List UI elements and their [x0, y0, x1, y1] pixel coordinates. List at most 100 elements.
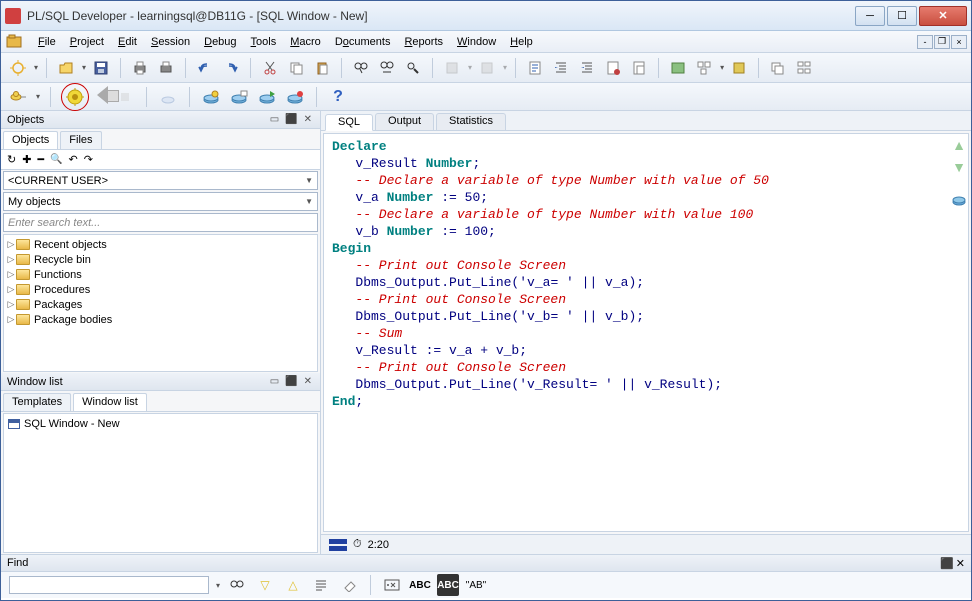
recent-dropdown[interactable]: ▾ — [503, 63, 507, 72]
open-button[interactable] — [55, 57, 77, 79]
new-button[interactable] — [7, 57, 29, 79]
paste-button[interactable] — [311, 57, 333, 79]
beautify-button[interactable] — [524, 57, 546, 79]
binoculars-icon[interactable] — [226, 574, 248, 596]
comment-button[interactable] — [602, 57, 624, 79]
panel-pin-icon[interactable]: ⬛ — [283, 114, 299, 125]
print-setup-button[interactable] — [155, 57, 177, 79]
tab-statistics[interactable]: Statistics — [436, 113, 506, 130]
erase-icon[interactable] — [338, 574, 360, 596]
recent-button[interactable] — [476, 57, 498, 79]
menu-macro[interactable]: Macro — [283, 34, 328, 50]
panel-pin-icon[interactable]: ⬛ — [940, 557, 954, 570]
mdi-close[interactable]: × — [951, 35, 967, 49]
find-up-icon[interactable]: △ — [282, 574, 304, 596]
tab-templates[interactable]: Templates — [3, 393, 71, 411]
find-icon[interactable]: 🔍 — [50, 154, 62, 165]
menu-reports[interactable]: Reports — [397, 34, 450, 50]
nav-down-icon[interactable]: ▼ — [951, 159, 967, 175]
close-button[interactable]: ✕ — [919, 6, 967, 26]
panel-pin-icon[interactable]: ⬛ — [283, 376, 299, 387]
query-builder-button[interactable] — [693, 57, 715, 79]
tab-windowlist[interactable]: Window list — [73, 393, 147, 411]
commit2-button[interactable] — [256, 86, 278, 108]
menu-documents[interactable]: Documents — [328, 34, 398, 50]
break-button[interactable] — [114, 86, 136, 108]
commit-button[interactable] — [157, 86, 179, 108]
new-dropdown[interactable]: ▾ — [34, 63, 38, 72]
lock-icon[interactable] — [951, 191, 967, 207]
menu-help[interactable]: Help — [503, 34, 540, 50]
login-button[interactable] — [7, 86, 29, 108]
tab-files[interactable]: Files — [60, 131, 101, 149]
mdi-restore[interactable]: ❐ — [934, 35, 950, 49]
menu-debug[interactable]: Debug — [197, 34, 243, 50]
find-dropdown[interactable]: ▾ — [216, 581, 220, 590]
nav-up-icon[interactable]: ▲ — [951, 137, 967, 153]
literal-icon[interactable]: "AB" — [465, 574, 487, 596]
maximize-button[interactable]: ☐ — [887, 6, 917, 26]
mdi-minimize[interactable]: - — [917, 35, 933, 49]
uncomment-button[interactable] — [628, 57, 650, 79]
print-button[interactable] — [129, 57, 151, 79]
rollback2-button[interactable] — [284, 86, 306, 108]
remove-icon[interactable]: ━ — [37, 153, 44, 166]
query-dropdown[interactable]: ▾ — [720, 63, 724, 72]
panel-close-icon[interactable]: ✕ — [956, 557, 965, 570]
windows-button[interactable] — [767, 57, 789, 79]
case-icon[interactable]: ABC — [409, 574, 431, 596]
tab-objects[interactable]: Objects — [3, 131, 58, 149]
whole-word-icon[interactable]: ABC — [437, 574, 459, 596]
menu-edit[interactable]: Edit — [111, 34, 144, 50]
menu-window[interactable]: Window — [450, 34, 503, 50]
tab-sql[interactable]: SQL — [325, 114, 373, 131]
panel-close-icon[interactable]: ✕ — [302, 376, 314, 387]
cut-button[interactable] — [259, 57, 281, 79]
object-tree[interactable]: ▷Recent objects ▷Recycle bin ▷Functions … — [3, 234, 318, 372]
schema-button[interactable] — [793, 57, 815, 79]
unindent-button[interactable] — [576, 57, 598, 79]
back-icon[interactable]: ↶ — [69, 153, 78, 166]
open-dropdown[interactable]: ▾ — [82, 63, 86, 72]
favorites-button[interactable] — [441, 57, 463, 79]
menu-session[interactable]: Session — [144, 34, 197, 50]
window-title: PL/SQL Developer - learningsql@DB11G - [… — [27, 9, 855, 23]
search-input[interactable]: Enter search text... — [3, 213, 318, 232]
copy-button[interactable] — [285, 57, 307, 79]
findnext-button[interactable] — [402, 57, 424, 79]
minimize-button[interactable]: ─ — [855, 6, 885, 26]
save-button[interactable] — [90, 57, 112, 79]
panel-dock-icon[interactable]: ▭ — [268, 114, 281, 125]
help-button[interactable]: ? — [327, 86, 349, 108]
menu-file[interactable]: File — [31, 34, 63, 50]
refresh-icon[interactable]: ↻ — [7, 153, 16, 166]
tree-item: ▷Recent objects — [6, 237, 315, 252]
login-dropdown[interactable]: ▾ — [36, 92, 40, 101]
menu-tools[interactable]: Tools — [244, 34, 284, 50]
add-icon[interactable]: ✚ — [22, 153, 31, 166]
panel-close-icon[interactable]: ✕ — [302, 114, 314, 125]
menu-project[interactable]: Project — [63, 34, 111, 50]
indent-button[interactable] — [550, 57, 572, 79]
window-list-item[interactable]: SQL Window - New — [7, 417, 314, 431]
regex-icon[interactable] — [381, 574, 403, 596]
highlight-all-icon[interactable] — [310, 574, 332, 596]
find-button[interactable] — [350, 57, 372, 79]
execute-button[interactable] — [64, 86, 86, 108]
find-down-icon[interactable]: ▽ — [254, 574, 276, 596]
replace-button[interactable] — [376, 57, 398, 79]
explain-button[interactable] — [667, 57, 689, 79]
user-combo[interactable]: <CURRENT USER> ▼ — [3, 171, 318, 190]
find-input[interactable] — [9, 576, 209, 594]
rollback-button[interactable] — [200, 86, 222, 108]
tab-output[interactable]: Output — [375, 113, 434, 130]
sql-editor[interactable]: Declare v_Result Number; -- Declare a va… — [323, 133, 969, 532]
describe-button[interactable] — [728, 57, 750, 79]
redo-button[interactable] — [220, 57, 242, 79]
favorites-dropdown[interactable]: ▾ — [468, 63, 472, 72]
undo-button[interactable] — [194, 57, 216, 79]
fetch-button[interactable] — [228, 86, 250, 108]
panel-dock-icon[interactable]: ▭ — [268, 376, 281, 387]
forward-icon[interactable]: ↷ — [84, 153, 93, 166]
filter-combo[interactable]: My objects ▼ — [3, 192, 318, 211]
